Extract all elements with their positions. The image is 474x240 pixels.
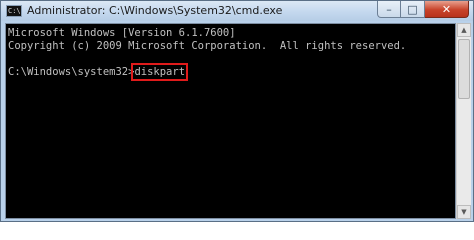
- scroll-down-button[interactable]: ▼: [457, 205, 471, 219]
- maximize-button[interactable]: □: [401, 1, 425, 18]
- console-line: Microsoft Windows [Version 6.1.7600]: [8, 27, 236, 39]
- vertical-scrollbar[interactable]: ▲ ▼: [456, 23, 471, 219]
- close-button[interactable]: ✕: [425, 1, 469, 18]
- scrollbar-thumb[interactable]: [458, 39, 470, 99]
- cmd-icon[interactable]: C:\: [6, 5, 22, 17]
- close-icon: ✕: [441, 2, 452, 16]
- scroll-up-button[interactable]: ▲: [457, 23, 471, 37]
- prompt-line: C:\Windows\system32>diskpart: [8, 63, 406, 81]
- title-bar[interactable]: C:\ Administrator: C:\Windows\System32\c…: [1, 1, 473, 21]
- console-output: Microsoft Windows [Version 6.1.7600] Copy…: [8, 27, 407, 81]
- window-controls: – □ ✕: [377, 1, 469, 19]
- console-area[interactable]: Microsoft Windows [Version 6.1.7600] Copy…: [5, 23, 456, 219]
- maximize-icon: □: [407, 2, 418, 16]
- cmd-window: C:\ Administrator: C:\Windows\System32\c…: [0, 0, 474, 222]
- scroll-down-arrow-icon: ▼: [461, 208, 467, 216]
- console-line: Copyright (c) 2009 Microsoft Corporation…: [8, 40, 407, 52]
- minimize-button[interactable]: –: [377, 1, 401, 18]
- minimize-icon: –: [386, 2, 392, 16]
- command-prompt: C:\Windows\system32>: [8, 66, 135, 78]
- scroll-up-arrow-icon: ▲: [461, 26, 467, 34]
- window-title: Administrator: C:\Windows\System32\cmd.e…: [27, 4, 283, 17]
- diskpart-command[interactable]: diskpart: [131, 63, 188, 81]
